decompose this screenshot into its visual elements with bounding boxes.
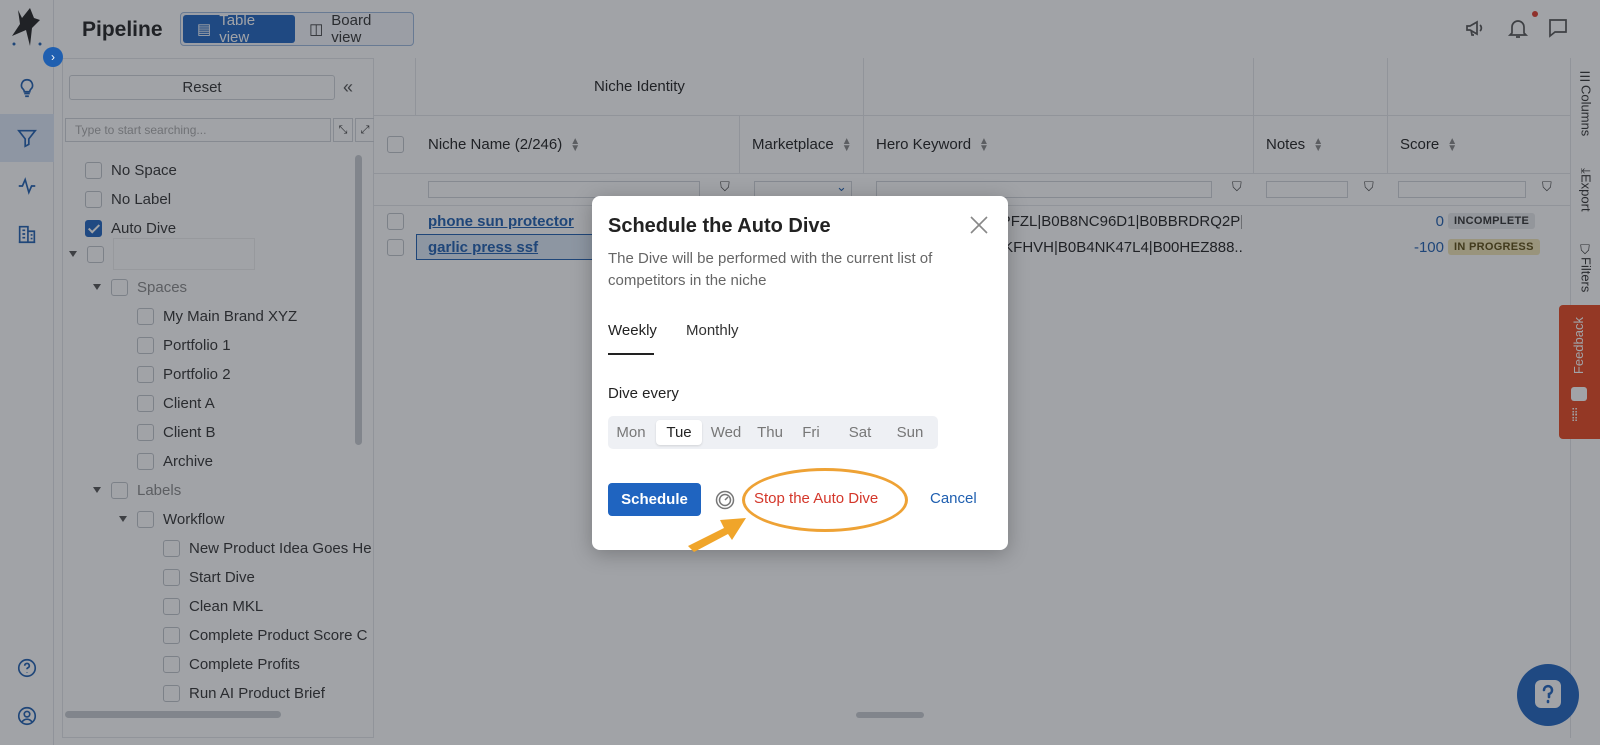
gauge-icon	[715, 490, 735, 510]
tab-monthly[interactable]: Monthly	[686, 322, 739, 339]
day-sat[interactable]: Sat	[842, 420, 878, 445]
dialog-description: The Dive will be performed with the curr…	[608, 250, 933, 289]
tab-weekly[interactable]: Weekly	[608, 322, 657, 339]
day-tue[interactable]: Tue	[656, 420, 702, 445]
active-tab-indicator	[608, 353, 654, 355]
day-mon[interactable]: Mon	[612, 420, 650, 445]
close-icon[interactable]	[968, 214, 990, 236]
day-sun[interactable]: Sun	[890, 420, 930, 445]
expand-rail-icon[interactable]: ›	[43, 47, 63, 67]
highlight-arrow-icon	[688, 518, 746, 552]
cancel-button[interactable]: Cancel	[930, 490, 977, 507]
dialog-title: Schedule the Auto Dive	[608, 215, 831, 237]
highlight-ellipse	[742, 468, 908, 532]
day-fri[interactable]: Fri	[796, 420, 826, 445]
dive-every-label: Dive every	[608, 385, 679, 402]
day-thu[interactable]: Thu	[752, 420, 788, 445]
day-wed[interactable]: Wed	[706, 420, 746, 445]
day-selector: Mon Tue Wed Thu Fri Sat Sun	[608, 416, 938, 449]
